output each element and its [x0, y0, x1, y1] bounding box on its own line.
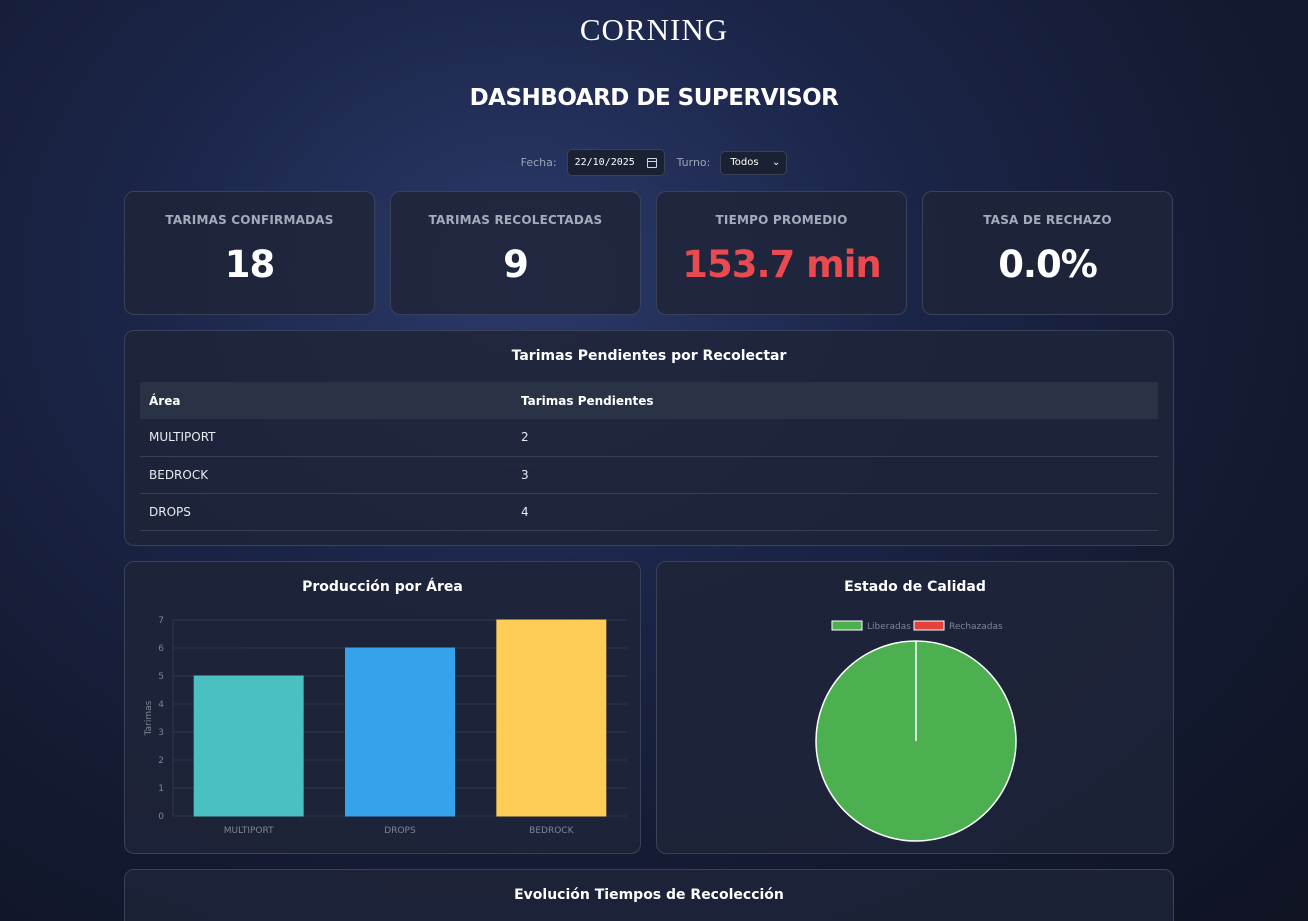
- page-title: DASHBOARD DE SUPERVISOR: [469, 85, 839, 111]
- kpi-card-confirmed: TARIMAS CONFIRMADAS 18: [124, 191, 375, 315]
- quality-chart-title: Estado de Calidad: [844, 579, 986, 595]
- production-bar-chart: 0 1 2 3 4 5 6 7 Tarimas MULTIPORT DROPS BEDROCK: [144, 616, 627, 836]
- filter-bar: Fecha: 22/10/2025 Turno: Todos ⌄: [0, 149, 1308, 176]
- production-chart-card: Producción por Área 0 1 2 3 4 5 6 7 Tarimas MULTI…: [124, 561, 641, 854]
- bar-drops: [345, 647, 455, 817]
- shift-value: Todos: [730, 157, 759, 168]
- column-header-area: Área: [140, 382, 512, 419]
- cell-count: 2: [512, 419, 1158, 457]
- table-row: BEDROCK 3: [140, 456, 1158, 494]
- x-tick-label: MULTIPORT: [224, 826, 274, 836]
- corning-logo: CORNING: [579, 12, 729, 47]
- y-tick-label: 4: [158, 700, 164, 710]
- kpi-label: TARIMAS CONFIRMADAS: [165, 213, 334, 227]
- cell-area: BEDROCK: [140, 456, 512, 494]
- y-axis-label: Tarimas: [144, 700, 154, 736]
- legend-label: Rechazadas: [949, 622, 1003, 632]
- cell-area: MULTIPORT: [140, 419, 512, 457]
- cell-count: 3: [512, 456, 1158, 494]
- kpi-value: 0.0%: [998, 243, 1098, 286]
- x-tick-label: DROPS: [384, 826, 416, 836]
- kpi-label: TASA DE RECHAZO: [983, 213, 1112, 227]
- kpi-card-average-time: TIEMPO PROMEDIO 153.7 min: [656, 191, 907, 315]
- kpi-value: 153.7 min: [682, 243, 882, 286]
- y-tick-label: 0: [158, 812, 164, 822]
- pending-table: Área Tarimas Pendientes MULTIPORT 2 BEDR…: [140, 382, 1158, 531]
- quality-chart-card: Estado de Calidad Liberadas Rechazadas: [656, 561, 1174, 854]
- kpi-label: TIEMPO PROMEDIO: [715, 213, 848, 227]
- kpi-card-rejection-rate: TASA DE RECHAZO 0.0%: [922, 191, 1173, 315]
- shift-label: Turno:: [676, 156, 711, 169]
- production-chart-title: Producción por Área: [302, 579, 463, 595]
- bar-bedrock: [496, 619, 607, 817]
- legend-label: Liberadas: [867, 622, 911, 632]
- shift-select[interactable]: Todos ⌄: [720, 150, 788, 175]
- kpi-card-collected: TARIMAS RECOLECTADAS 9: [390, 191, 641, 315]
- legend-swatch: [831, 620, 863, 631]
- date-label: Fecha:: [520, 156, 557, 169]
- kpi-value: 18: [224, 243, 276, 286]
- legend-swatch: [913, 620, 945, 631]
- quality-pie-chart: Liberadas Rechazadas: [815, 620, 1017, 842]
- y-tick-label: 2: [158, 756, 164, 766]
- y-tick-label: 1: [158, 784, 164, 794]
- date-input[interactable]: 22/10/2025: [566, 149, 665, 176]
- y-tick-label: 7: [158, 616, 164, 626]
- cell-count: 4: [512, 493, 1158, 531]
- date-value: 22/10/2025: [574, 157, 635, 168]
- kpi-label: TARIMAS RECOLECTADAS: [428, 213, 603, 227]
- evolution-chart-card: Evolución Tiempos de Recolección: [124, 869, 1174, 921]
- table-row: DROPS 4: [140, 493, 1158, 531]
- calendar-icon[interactable]: [646, 157, 657, 168]
- evolution-chart-title: Evolución Tiempos de Recolección: [514, 887, 784, 903]
- table-header-row: Área Tarimas Pendientes: [140, 382, 1158, 419]
- table-row: MULTIPORT 2: [140, 419, 1158, 457]
- cell-area: DROPS: [140, 493, 512, 531]
- pending-table-card: Tarimas Pendientes por Recolectar Área T…: [124, 330, 1174, 546]
- x-tick-label: BEDROCK: [529, 826, 574, 836]
- kpi-value: 9: [503, 243, 529, 286]
- y-tick-label: 5: [158, 672, 164, 682]
- y-tick-label: 6: [158, 644, 164, 654]
- y-tick-label: 3: [158, 728, 164, 738]
- column-header-pending: Tarimas Pendientes: [512, 382, 1158, 419]
- pending-table-title: Tarimas Pendientes por Recolectar: [511, 348, 787, 364]
- chevron-down-icon: ⌄: [771, 157, 781, 168]
- bar-multiport: [193, 675, 304, 817]
